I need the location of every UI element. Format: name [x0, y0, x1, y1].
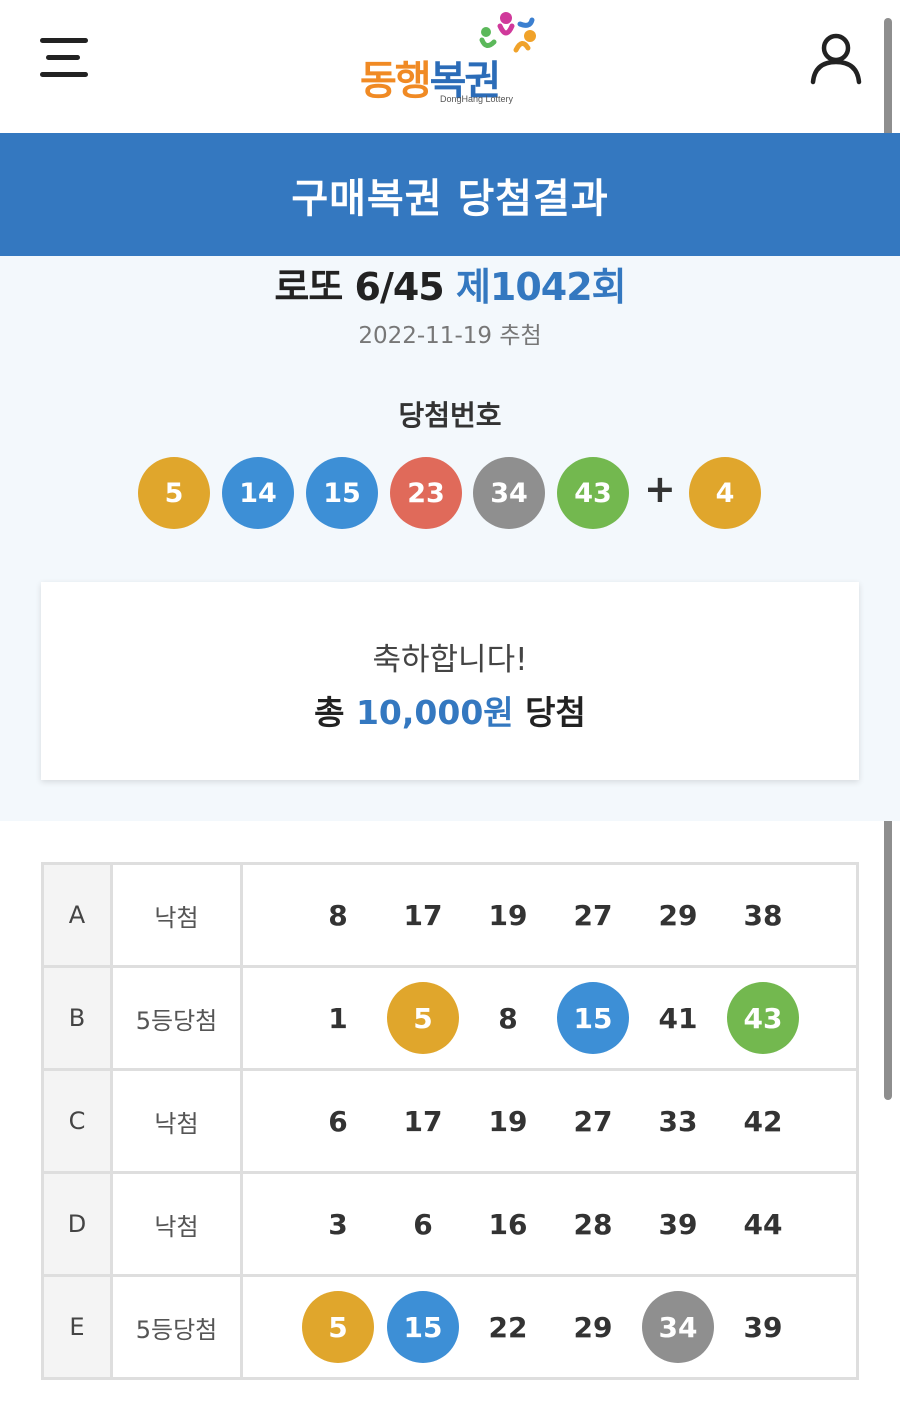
ticket-status: 낙첨 — [110, 862, 243, 968]
ticket-numbers: 1 5 8 15 41 43 — [240, 965, 859, 1071]
winning-numbers-label: 당첨번호 — [398, 399, 502, 432]
ticket-number: 42 — [743, 1104, 783, 1138]
prize-amount: 10,000원 — [355, 693, 514, 732]
page-banner: 구매복권 당첨결과 — [0, 133, 900, 256]
ticket-number: 39 — [743, 1310, 783, 1344]
ticket-number: 8 — [498, 1001, 518, 1035]
ticket-number: 27 — [573, 1104, 613, 1138]
ticket-status: 5등당첨 — [110, 965, 243, 1071]
ticket-letter: E — [41, 1274, 113, 1380]
ticket-letter: D — [41, 1171, 113, 1277]
congrats-text: 축하합니다! — [372, 642, 528, 678]
ticket-numbers: 6 17 19 27 33 42 — [240, 1068, 859, 1174]
matched-number-ball: 5 — [387, 982, 459, 1054]
ticket-number: 41 — [658, 1001, 698, 1035]
ticket-number: 17 — [403, 898, 443, 932]
ticket-number: 19 — [488, 898, 528, 932]
ticket-status: 5등당첨 — [110, 1274, 243, 1380]
ticket-number: 6 — [328, 1104, 348, 1138]
ticket-letter: A — [41, 862, 113, 968]
winning-ball: 5 — [138, 457, 210, 529]
ticket-number: 19 — [488, 1104, 528, 1138]
ticket-number: 22 — [488, 1310, 528, 1344]
winning-ball: 14 — [222, 457, 294, 529]
bonus-ball: 4 — [689, 457, 761, 529]
ticket-number: 29 — [573, 1310, 613, 1344]
winning-ball: 34 — [473, 457, 545, 529]
ticket-number: 39 — [658, 1207, 698, 1241]
matched-number-ball: 15 — [557, 982, 629, 1054]
ticket-number: 6 — [413, 1207, 433, 1241]
ticket-number: 16 — [488, 1207, 528, 1241]
winning-ball: 15 — [306, 457, 378, 529]
matched-number-ball: 5 — [302, 1291, 374, 1363]
ticket-number: 44 — [743, 1207, 783, 1241]
draw-round: 제1042회 — [455, 265, 627, 309]
winning-ball: 43 — [557, 457, 629, 529]
table-row: C 낙첨 6 17 19 27 33 42 — [41, 1068, 859, 1174]
draw-date: 2022-11-19 추첨 — [358, 323, 542, 349]
user-profile-icon[interactable] — [808, 32, 864, 86]
matched-number-ball: 34 — [642, 1291, 714, 1363]
ticket-numbers: 3 6 16 28 39 44 — [240, 1171, 859, 1277]
winning-ball: 23 — [390, 457, 462, 529]
matched-number-ball: 15 — [387, 1291, 459, 1363]
bonus-plus: + — [644, 467, 676, 511]
ticket-number: 8 — [328, 898, 348, 932]
ticket-number: 3 — [328, 1207, 348, 1241]
ticket-number: 1 — [328, 1001, 348, 1035]
ticket-letter: B — [41, 965, 113, 1071]
ticket-number: 28 — [573, 1207, 613, 1241]
ticket-numbers: 8 17 19 27 29 38 — [240, 862, 859, 968]
table-row: A 낙첨 8 17 19 27 29 38 — [41, 862, 859, 968]
hamburger-menu-icon[interactable] — [38, 36, 90, 80]
ticket-number: 17 — [403, 1104, 443, 1138]
draw-title: 로또 6/45 제1042회 — [0, 256, 900, 311]
ticket-number: 38 — [743, 898, 783, 932]
matched-number-ball: 43 — [727, 982, 799, 1054]
ticket-number: 27 — [573, 898, 613, 932]
ticket-status: 낙첨 — [110, 1171, 243, 1277]
prize-text: 총 10,000원 당첨 — [314, 693, 586, 732]
logo[interactable]: 동행복권 DongHang Lottery — [360, 10, 550, 110]
ticket-table: A 낙첨 8 17 19 27 29 38 B 5등당첨 1 5 8 15 41 43 C 낙첨 6 17 19 27 33… — [41, 862, 859, 1380]
table-row: D 낙첨 3 6 16 28 39 44 — [41, 1171, 859, 1277]
table-row: E 5등당첨 5 15 22 29 34 39 — [41, 1274, 859, 1380]
ticket-number: 29 — [658, 898, 698, 932]
winning-numbers: + 5 14 15 23 34 43 4 — [0, 457, 900, 529]
ticket-letter: C — [41, 1068, 113, 1174]
result-card: 축하합니다! 총 10,000원 당첨 — [41, 582, 859, 780]
ticket-numbers: 5 15 22 29 34 39 — [240, 1274, 859, 1380]
page-title: 구매복권 당첨결과 — [291, 175, 609, 222]
ticket-status: 낙첨 — [110, 1068, 243, 1174]
logo-subtitle: DongHang Lottery — [440, 94, 514, 104]
table-row: B 5등당첨 1 5 8 15 41 43 — [41, 965, 859, 1071]
game-name: 로또 6/45 — [274, 265, 444, 309]
top-bar: 동행복권 DongHang Lottery — [0, 0, 900, 133]
ticket-number: 33 — [658, 1104, 698, 1138]
draw-summary: 로또 6/45 제1042회 2022-11-19 추첨 당첨번호 + 5 14 1… — [0, 256, 900, 821]
